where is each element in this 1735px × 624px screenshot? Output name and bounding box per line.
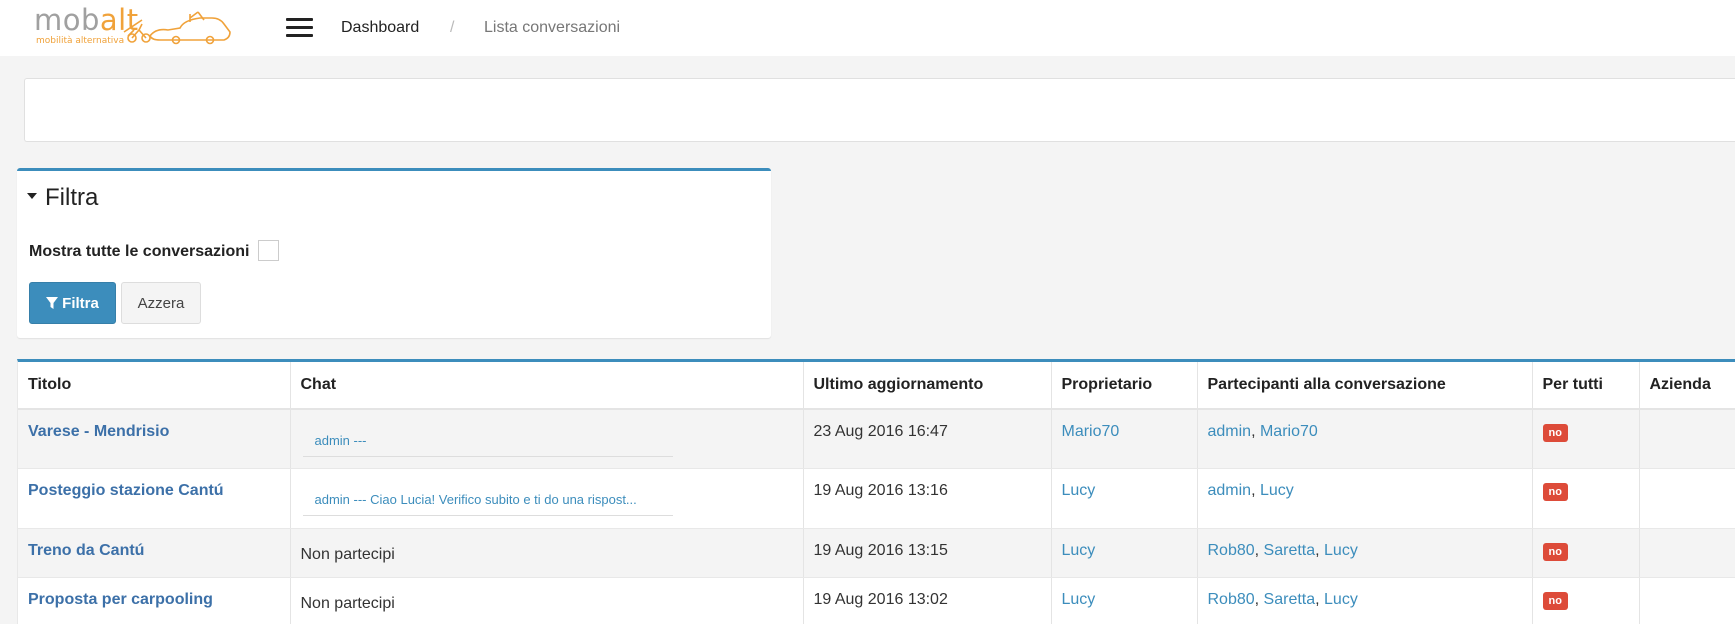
- hamburger-menu-icon[interactable]: [286, 18, 313, 38]
- cell-company: [1639, 529, 1735, 578]
- table-row: Posteggio stazione Cantú admin --- Ciao …: [18, 469, 1735, 529]
- cell-participants: admin, Lucy: [1197, 469, 1532, 529]
- for-all-badge: no: [1543, 592, 1568, 610]
- owner-link[interactable]: Lucy: [1062, 542, 1096, 559]
- chat-preview-link[interactable]: admin --- Ciao Lucia! Verifico subito e …: [303, 490, 673, 516]
- chat-status-text: Non partecipi: [301, 546, 793, 564]
- cell-title: Proposta per carpooling: [18, 578, 290, 624]
- participant-link[interactable]: admin: [1208, 482, 1252, 499]
- cell-for-all: no: [1532, 529, 1639, 578]
- table-row: Treno da Cantú Non partecipi 19 Aug 2016…: [18, 529, 1735, 578]
- conversation-title-link[interactable]: Proposta per carpooling: [28, 591, 213, 608]
- cell-owner: Lucy: [1051, 578, 1197, 624]
- cell-for-all: no: [1532, 578, 1639, 624]
- caret-down-icon: [27, 193, 37, 199]
- logo-car-bike-icon: [120, 10, 248, 46]
- cell-company: [1639, 409, 1735, 469]
- for-all-badge: no: [1543, 543, 1568, 561]
- participant-link[interactable]: Lucy: [1324, 591, 1358, 608]
- participant-link[interactable]: Lucy: [1324, 542, 1358, 559]
- for-all-badge: no: [1543, 424, 1568, 442]
- cell-company: [1639, 469, 1735, 529]
- column-header-chat[interactable]: Chat: [290, 362, 803, 409]
- conversations-table-panel: Titolo Chat Ultimo aggiornamento Proprie…: [17, 359, 1735, 624]
- owner-link[interactable]: Lucy: [1062, 482, 1096, 499]
- participant-link[interactable]: Rob80: [1208, 542, 1255, 559]
- breadcrumb-dashboard[interactable]: Dashboard: [341, 19, 419, 37]
- conversations-table: Titolo Chat Ultimo aggiornamento Proprie…: [18, 362, 1735, 624]
- chat-preview-link[interactable]: admin ---: [303, 431, 673, 457]
- empty-content-panel: [24, 78, 1735, 142]
- filter-panel-title: Filtra: [45, 184, 98, 211]
- breadcrumb-current: Lista conversazioni: [484, 19, 620, 37]
- cell-last-update: 19 Aug 2016 13:02: [803, 578, 1051, 624]
- top-navbar: mobalt mobilità alternativa Dashboard / …: [0, 0, 1735, 56]
- cell-participants: admin, Mario70: [1197, 409, 1532, 469]
- cell-chat: admin ---: [290, 409, 803, 469]
- cell-title: Posteggio stazione Cantú: [18, 469, 290, 529]
- participant-link[interactable]: Saretta: [1264, 542, 1316, 559]
- participant-link[interactable]: Lucy: [1260, 482, 1294, 499]
- owner-link[interactable]: Lucy: [1062, 591, 1096, 608]
- chat-status-text: Non partecipi: [301, 595, 793, 613]
- table-header-row: Titolo Chat Ultimo aggiornamento Proprie…: [18, 362, 1735, 409]
- participant-link[interactable]: Rob80: [1208, 591, 1255, 608]
- cell-chat: Non partecipi: [290, 529, 803, 578]
- cell-last-update: 23 Aug 2016 16:47: [803, 409, 1051, 469]
- filter-icon: [46, 297, 58, 310]
- logo-tagline: mobilità alternativa: [36, 36, 124, 46]
- show-all-conversations-label: Mostra tutte le conversazioni: [29, 243, 250, 261]
- breadcrumb-separator: /: [450, 19, 454, 37]
- column-header-for-all[interactable]: Per tutti: [1532, 362, 1639, 409]
- conversation-title-link[interactable]: Varese - Mendrisio: [28, 423, 169, 440]
- participant-link[interactable]: Saretta: [1264, 591, 1316, 608]
- filter-panel: Filtra Mostra tutte le conversazioni Fil…: [17, 168, 771, 338]
- participant-link[interactable]: Mario70: [1260, 423, 1318, 440]
- for-all-badge: no: [1543, 483, 1568, 501]
- filter-button-label: Filtra: [62, 295, 99, 312]
- table-row: Proposta per carpooling Non partecipi 19…: [18, 578, 1735, 624]
- cell-participants: Rob80, Saretta, Lucy: [1197, 529, 1532, 578]
- table-row: Varese - Mendrisio admin --- 23 Aug 2016…: [18, 409, 1735, 469]
- column-header-last-update[interactable]: Ultimo aggiornamento: [803, 362, 1051, 409]
- column-header-company[interactable]: Azienda: [1639, 362, 1735, 409]
- cell-owner: Lucy: [1051, 469, 1197, 529]
- cell-company: [1639, 578, 1735, 624]
- show-all-conversations-checkbox[interactable]: [258, 240, 279, 261]
- column-header-title[interactable]: Titolo: [18, 362, 290, 409]
- cell-for-all: no: [1532, 409, 1639, 469]
- cell-chat: Non partecipi: [290, 578, 803, 624]
- cell-title: Varese - Mendrisio: [18, 409, 290, 469]
- cell-chat: admin --- Ciao Lucia! Verifico subito e …: [290, 469, 803, 529]
- reset-button[interactable]: Azzera: [121, 282, 201, 324]
- filter-panel-toggle[interactable]: Filtra: [27, 184, 98, 212]
- cell-for-all: no: [1532, 469, 1639, 529]
- cell-participants: Rob80, Saretta, Lucy: [1197, 578, 1532, 624]
- filter-button[interactable]: Filtra: [29, 282, 116, 324]
- column-header-participants[interactable]: Partecipanti alla conversazione: [1197, 362, 1532, 409]
- cell-owner: Lucy: [1051, 529, 1197, 578]
- cell-last-update: 19 Aug 2016 13:15: [803, 529, 1051, 578]
- cell-title: Treno da Cantú: [18, 529, 290, 578]
- conversation-title-link[interactable]: Posteggio stazione Cantú: [28, 482, 224, 499]
- conversation-title-link[interactable]: Treno da Cantú: [28, 542, 144, 559]
- participant-link[interactable]: admin: [1208, 423, 1252, 440]
- mobalt-logo[interactable]: mobalt mobilità alternativa: [34, 9, 244, 49]
- column-header-owner[interactable]: Proprietario: [1051, 362, 1197, 409]
- cell-last-update: 19 Aug 2016 13:16: [803, 469, 1051, 529]
- owner-link[interactable]: Mario70: [1062, 423, 1120, 440]
- cell-owner: Mario70: [1051, 409, 1197, 469]
